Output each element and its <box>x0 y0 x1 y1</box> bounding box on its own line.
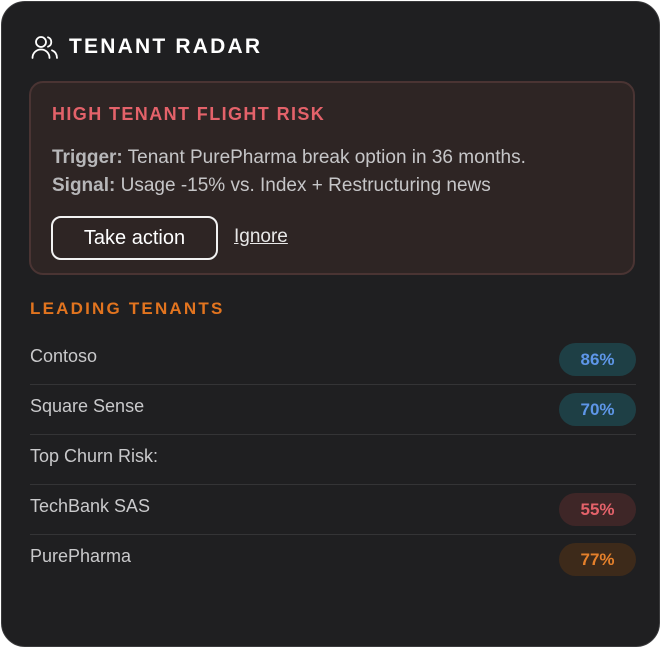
alert-trigger: Trigger: Tenant PurePharma break option … <box>52 147 526 169</box>
tenant-row: TechBank SAS 55% <box>30 485 636 535</box>
trigger-label: Trigger: <box>52 147 123 168</box>
card-title: TENANT RADAR <box>69 35 263 58</box>
score-badge: 86% <box>559 343 636 376</box>
score-badge: 77% <box>559 543 636 576</box>
signal-label: Signal: <box>52 175 116 196</box>
leading-tenants-title: LEADING TENANTS <box>30 299 225 318</box>
tenant-row: Square Sense 70% <box>30 385 636 435</box>
churn-risk-header-row: Top Churn Risk: <box>30 435 636 485</box>
ignore-link[interactable]: Ignore <box>234 226 288 248</box>
alert-title: HIGH TENANT FLIGHT RISK <box>52 104 326 124</box>
trigger-text: Tenant PurePharma break option in 36 mon… <box>127 147 526 168</box>
score-badge: 55% <box>559 493 636 526</box>
card-header: TENANT RADAR <box>31 32 262 62</box>
tenant-name: TechBank SAS <box>30 496 151 516</box>
tenant-radar-card: TENANT RADAR HIGH TENANT FLIGHT RISK Tri… <box>1 1 660 647</box>
users-icon <box>31 32 61 62</box>
take-action-button[interactable]: Take action <box>51 216 218 260</box>
alert-signal: Signal: Usage -15% vs. Index + Restructu… <box>52 175 491 197</box>
tenant-name: Contoso <box>30 346 98 366</box>
tenant-name: Square Sense <box>30 396 145 416</box>
tenant-row: PurePharma 77% <box>30 535 636 584</box>
tenant-row: Contoso 86% <box>30 335 636 385</box>
tenant-list: Contoso 86% Square Sense 70% Top Churn R… <box>30 335 636 584</box>
tenant-name: PurePharma <box>30 546 132 566</box>
signal-text: Usage -15% vs. Index + Restructuring new… <box>120 175 491 196</box>
score-badge: 70% <box>559 393 636 426</box>
flight-risk-alert: HIGH TENANT FLIGHT RISK Trigger: Tenant … <box>29 81 635 275</box>
churn-risk-label: Top Churn Risk: <box>30 446 159 466</box>
